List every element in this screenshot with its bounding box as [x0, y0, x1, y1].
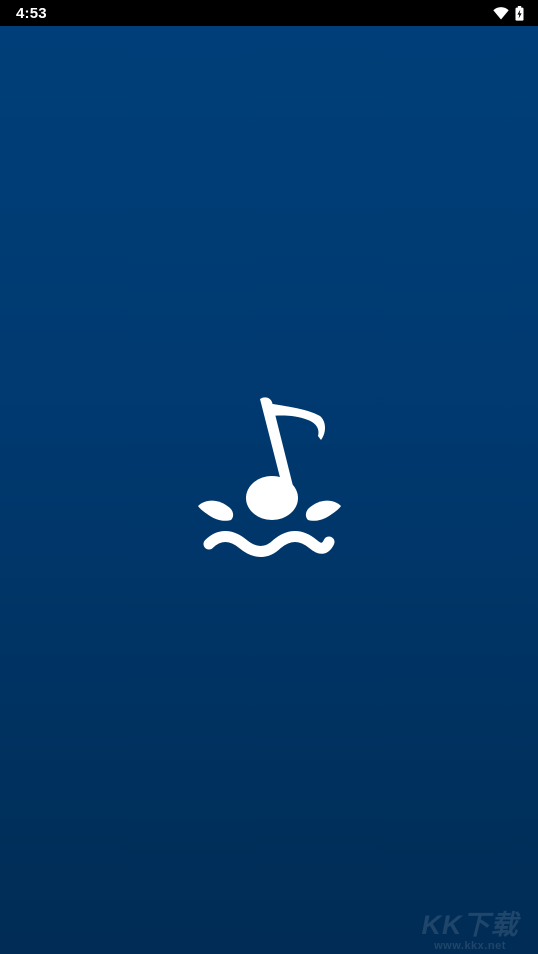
- music-note-waves-icon: [196, 396, 342, 558]
- status-bar: 4:53: [0, 0, 538, 26]
- status-time: 4:53: [16, 4, 47, 22]
- battery-icon: [515, 5, 524, 21]
- wifi-icon: [493, 6, 509, 20]
- watermark: KK下载 www.kkx.net: [410, 912, 530, 952]
- watermark-url: www.kkx.net: [434, 940, 506, 952]
- status-icons: [493, 5, 524, 21]
- watermark-brand: KK下载: [421, 910, 519, 940]
